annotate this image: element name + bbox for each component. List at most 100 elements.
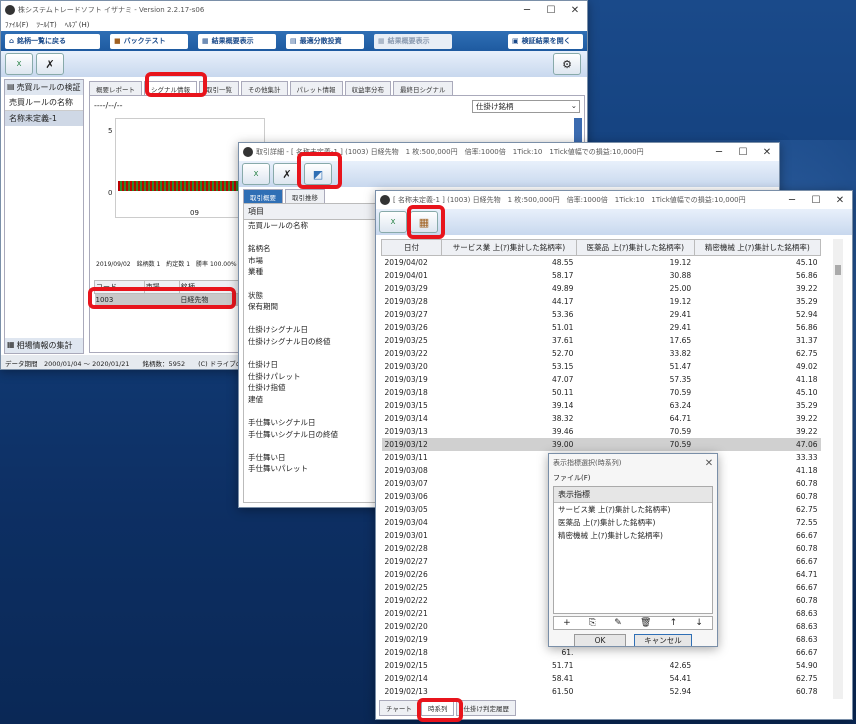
left-bottom-tab[interactable]: ▦ 相場情報の集計 bbox=[5, 338, 83, 353]
nav-result-button[interactable]: ▦ 結果概要表示 bbox=[198, 33, 276, 49]
highlight-timeseries-tab bbox=[417, 698, 463, 722]
minimize-icon[interactable]: ─ bbox=[515, 5, 539, 16]
close-icon[interactable]: ✕ bbox=[828, 195, 852, 206]
row-precision: 56.86 bbox=[796, 270, 818, 280]
settings-icon[interactable]: ⚙ bbox=[553, 53, 581, 75]
tab-entry-history[interactable]: 仕掛け判定履歴 bbox=[456, 700, 516, 716]
table-scrollbar[interactable] bbox=[833, 239, 843, 699]
cancel-button[interactable]: キャンセル bbox=[634, 634, 692, 646]
left-item-rule[interactable]: 名称未定義-1 bbox=[5, 111, 83, 126]
row-date: 2019/03/14 bbox=[384, 413, 428, 423]
row-pharma: 29.41 bbox=[669, 322, 692, 332]
col-service[interactable]: サービス業 上(ｱ)集計した銘柄率) bbox=[441, 239, 577, 256]
move-down-icon[interactable]: ↓ bbox=[695, 618, 703, 628]
trade-item: 手仕舞いシグナル日 bbox=[248, 418, 316, 428]
dialog-item-precision[interactable]: 精密機械 上(ｱ)集計した銘柄率) bbox=[554, 529, 712, 542]
table-row[interactable]: 2019/03/15 39.14 63.24 35.29 bbox=[382, 399, 821, 412]
nav-backtest-button[interactable]: ■ バックテスト bbox=[110, 33, 188, 49]
table-row[interactable]: 2019/02/14 58.41 54.41 62.75 bbox=[382, 672, 821, 685]
row-date: 2019/02/13 bbox=[384, 686, 428, 696]
table-row[interactable]: 2019/03/22 52.70 33.82 62.75 bbox=[382, 347, 821, 360]
trade-items: 売買ルールの名称 銘柄名 市場 業種 状態 保有期間 仕掛けシグナル日 仕掛けシグナル日の終値… bbox=[244, 220, 382, 475]
edit-icon[interactable]: ✎ bbox=[614, 618, 622, 628]
maximize-icon[interactable]: ☐ bbox=[804, 195, 828, 206]
table-row[interactable]: 2019/03/13 39.46 70.59 39.22 bbox=[382, 425, 821, 438]
table-row[interactable]: 2019/03/14 38.32 64.71 39.22 bbox=[382, 412, 821, 425]
dialog-menu-file[interactable]: ファイル(F) bbox=[549, 472, 717, 484]
row-date: 2019/02/20 bbox=[384, 621, 428, 631]
menu-file[interactable]: ﾌｧｲﾙ(F) bbox=[5, 20, 29, 30]
trade-item: 手仕舞いシグナル日の終値 bbox=[248, 429, 338, 439]
minimize-icon[interactable]: ─ bbox=[780, 195, 804, 206]
row-service: 51.01 bbox=[551, 322, 574, 332]
row-service: 44.17 bbox=[551, 296, 574, 306]
maximize-icon[interactable]: ☐ bbox=[539, 5, 563, 16]
row-precision: 39.22 bbox=[796, 413, 818, 423]
row-date: 2019/03/07 bbox=[384, 478, 428, 488]
table-row[interactable]: 2019/02/18 61. 66.67 bbox=[382, 646, 821, 659]
table-row[interactable]: 2019/02/13 61.50 52.94 60.78 bbox=[382, 685, 821, 698]
menu-tools[interactable]: ﾂｰﾙ(T) bbox=[37, 20, 57, 30]
nav-optimize-button[interactable]: ▤ 最適分散投資 bbox=[286, 33, 364, 49]
table-row[interactable]: 2019/03/20 53.15 51.47 49.02 bbox=[382, 360, 821, 373]
nav-result2-button[interactable]: ▦ 結果概要表示 bbox=[374, 33, 452, 49]
dialog-item-service[interactable]: サービス業 上(ｱ)集計した銘柄率) bbox=[554, 503, 712, 516]
nav-back-button[interactable]: ⌂ 銘柄一覧に戻る bbox=[5, 33, 100, 49]
row-precision: 66.67 bbox=[796, 647, 818, 657]
left-panel-header: ▤ 売買ルールの検証 bbox=[5, 80, 83, 95]
row-service: 52.70 bbox=[551, 348, 574, 358]
dialog-item-pharma[interactable]: 医薬品 上(ｱ)集計した銘柄率) bbox=[554, 516, 712, 529]
row-service: 49.89 bbox=[551, 283, 574, 293]
row-precision: 35.29 bbox=[796, 400, 818, 410]
tools-icon[interactable]: ✗ bbox=[36, 53, 64, 75]
tree-icon: ▤ bbox=[7, 82, 15, 91]
col-pharma[interactable]: 医薬品 上(ｱ)集計した銘柄率) bbox=[575, 239, 695, 256]
minimize-icon[interactable]: ─ bbox=[707, 147, 731, 158]
row-pharma bbox=[576, 646, 694, 659]
table-row[interactable]: 2019/03/19 47.07 57.35 41.18 bbox=[382, 373, 821, 386]
close-icon[interactable]: ✕ bbox=[701, 458, 717, 469]
menu-help[interactable]: ﾍﾙﾌﾟ(H) bbox=[65, 20, 90, 30]
row-service: 53.36 bbox=[551, 309, 574, 319]
row-precision: 39.22 bbox=[796, 426, 818, 436]
row-date: 2019/02/18 bbox=[384, 647, 428, 657]
trade-item-header: 項目 bbox=[244, 204, 382, 220]
row-pharma: 25.00 bbox=[669, 283, 692, 293]
close-icon[interactable]: ✕ bbox=[755, 147, 779, 158]
csv-icon[interactable]: X bbox=[5, 53, 33, 75]
table-row[interactable]: 2019/03/26 51.01 29.41 56.86 bbox=[382, 321, 821, 334]
row-date: 2019/02/19 bbox=[384, 634, 428, 644]
maximize-icon[interactable]: ☐ bbox=[731, 147, 755, 158]
table-row[interactable]: 2019/03/28 44.17 19.12 35.29 bbox=[382, 295, 821, 308]
col-precision[interactable]: 精密機械 上(ｱ)集計した銘柄率) bbox=[693, 239, 822, 256]
table-row[interactable]: 2019/04/02 48.55 19.12 45.10 bbox=[382, 256, 821, 269]
ok-button[interactable]: OK bbox=[574, 634, 626, 646]
move-up-icon[interactable]: ↑ bbox=[670, 618, 678, 628]
row-date: 2019/04/02 bbox=[384, 257, 428, 267]
csv-icon[interactable]: X bbox=[379, 211, 407, 233]
row-date: 2019/03/13 bbox=[384, 426, 428, 436]
table-row[interactable]: 2019/04/01 58.17 30.88 56.86 bbox=[382, 269, 821, 282]
table-row[interactable]: 2019/03/12 39.00 70.59 47.06 bbox=[381, 437, 821, 451]
open-results-button[interactable]: ▣ 検証結果を開く bbox=[508, 33, 583, 49]
trade-item: 業種 bbox=[248, 267, 263, 277]
close-icon[interactable]: ✕ bbox=[563, 5, 587, 16]
table-row[interactable]: 2019/02/15 51.71 42.65 54.90 bbox=[382, 659, 821, 672]
trade-item: 仕掛けシグナル日 bbox=[248, 325, 308, 335]
col-date[interactable]: 日付 bbox=[381, 239, 442, 256]
row-pharma: 17.65 bbox=[669, 335, 692, 345]
table-row[interactable]: 2019/03/25 37.61 17.65 31.37 bbox=[382, 334, 821, 347]
timeseries-header: 日付 サービス業 上(ｱ)集計した銘柄率) 医薬品 上(ｱ)集計した銘柄率) 精… bbox=[381, 239, 822, 256]
row-pharma: 30.88 bbox=[669, 270, 692, 280]
scroll-thumb[interactable] bbox=[835, 265, 841, 275]
row-service: 53.15 bbox=[551, 361, 574, 371]
csv-icon[interactable]: X bbox=[242, 163, 270, 185]
add-icon[interactable]: + bbox=[563, 618, 571, 628]
table-row[interactable]: 2019/03/29 49.89 25.00 39.22 bbox=[382, 282, 821, 295]
tab-chart[interactable]: チャート bbox=[379, 700, 419, 716]
delete-icon[interactable]: 🗑 bbox=[640, 618, 651, 628]
table-row[interactable]: 2019/03/18 50.11 70.59 45.10 bbox=[382, 386, 821, 399]
indicator-dropdown[interactable]: 仕掛け銘柄 ⌄ bbox=[472, 100, 580, 113]
table-row[interactable]: 2019/03/27 53.36 29.41 52.94 bbox=[382, 308, 821, 321]
copy-icon[interactable]: ⎘ bbox=[589, 618, 596, 628]
